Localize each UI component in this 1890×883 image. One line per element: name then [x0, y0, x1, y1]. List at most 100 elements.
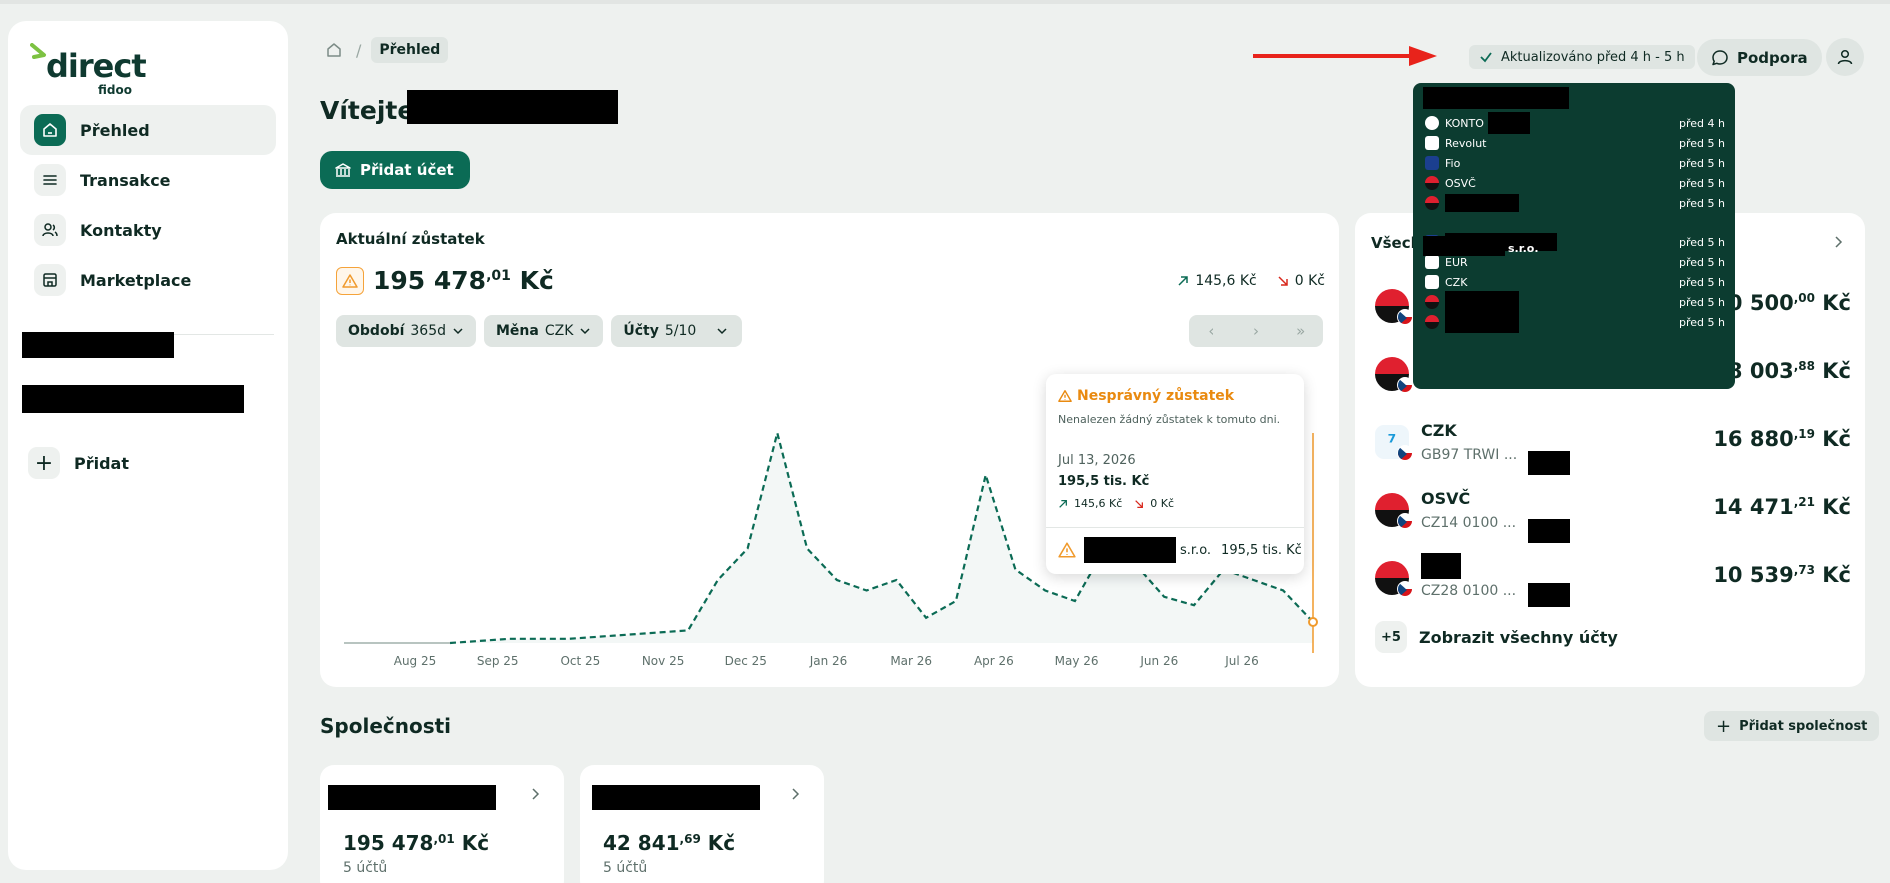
fio-bank-icon [1425, 156, 1439, 170]
filter-value: 5/10 [664, 323, 697, 339]
plus-icon: + [28, 447, 60, 479]
redacted-account-name [1487, 112, 1530, 134]
period-filter[interactable]: Období 365d [336, 315, 476, 347]
home-icon[interactable] [322, 38, 346, 62]
redacted-user-name [407, 90, 618, 124]
chart-pager: ‹ › » [1189, 315, 1323, 347]
filter-value: 365d [410, 323, 446, 339]
currency-filter[interactable]: Měna CZK [484, 315, 604, 347]
x-tick-label: Jul 26 [1224, 654, 1259, 668]
redacted-company[interactable] [22, 332, 174, 358]
account-amount-dec: ,21 [1793, 495, 1815, 509]
accounts-filter[interactable]: Účty 5/10 [611, 315, 743, 347]
arrow-down-right-icon [1278, 276, 1288, 286]
account-row[interactable]: OSVČ CZ14 0100 ... 14 471,21 Kč [1375, 485, 1851, 543]
show-all-accounts-button[interactable]: +5 Zobrazit všechny účty [1375, 621, 1618, 653]
sidebar-item-transakce[interactable]: Transakce [20, 155, 276, 205]
add-company-button[interactable]: + Přidat společnost [1704, 711, 1880, 741]
tooltip-foot-value: 195,5 tis. Kč [1221, 542, 1302, 558]
redacted-iban [1528, 519, 1570, 543]
account-iban: CZ28 0100 ... [1421, 583, 1517, 599]
redacted-company[interactable] [22, 385, 244, 413]
czech-flag-icon [1397, 581, 1413, 597]
company-amount-main: 42 841 [603, 831, 680, 855]
sidebar-item-kontakty[interactable]: Kontakty [20, 205, 276, 255]
czech-flag-icon [1397, 445, 1413, 461]
chart-tooltip: Nesprávný zůstatek Nenalezen žádný zůsta… [1046, 374, 1304, 574]
chevron-right-icon[interactable] [1831, 235, 1845, 249]
support-label: Podpora [1737, 48, 1808, 67]
account-iban: CZ14 0100 ... [1421, 515, 1517, 531]
breadcrumb-separator: / [356, 40, 362, 60]
redacted-iban [1528, 451, 1570, 475]
account-amount-dec: ,19 [1793, 427, 1815, 441]
bank-bank-icon [1425, 136, 1439, 150]
company-amount-dec: ,01 [433, 832, 455, 846]
chevron-right-icon [532, 788, 540, 800]
sync-account-name: EUR [1445, 255, 1468, 269]
arrow-up-right-icon [1178, 276, 1189, 286]
account-amount: 16 880,19 Kč [1713, 427, 1851, 451]
company-card[interactable]: 195 478,01 Kč 5 účtů [320, 765, 564, 883]
outflow: 0 Kč [1134, 497, 1174, 510]
x-tick-label: Oct 25 [560, 654, 600, 668]
sidebar-item-marketplace[interactable]: Marketplace [20, 255, 276, 305]
redacted-company [1423, 87, 1569, 109]
add-account-button[interactable]: Přidat účet [320, 151, 470, 189]
contacts-icon [34, 214, 66, 246]
sync-account-name: CZK [1445, 275, 1468, 289]
chevrons-right-icon[interactable]: » [1278, 315, 1323, 347]
show-all-label: Zobrazit všechny účty [1419, 627, 1618, 647]
tooltip-divider [1046, 527, 1304, 528]
chevron-left-icon[interactable]: ‹ [1189, 315, 1234, 347]
account-amount-main: 14 471 [1713, 495, 1794, 519]
popover-group-suffix: s.r.o. [1508, 242, 1539, 255]
sync-time: před 5 h [1679, 235, 1725, 249]
account-amount-main: 0 500 [1727, 291, 1794, 315]
ing-bank-icon [1425, 116, 1439, 130]
add-label: Přidat [74, 453, 129, 473]
chevron-right-icon[interactable]: › [1234, 315, 1279, 347]
tooltip-title-text: Nesprávný zůstatek [1077, 388, 1235, 404]
kb-bank-icon [1425, 295, 1439, 309]
add-company-label: Přidat společnost [1739, 718, 1868, 734]
redacted-account-name [1421, 553, 1461, 579]
x-tick-label: Jan 26 [809, 654, 848, 668]
warning-icon[interactable] [336, 267, 364, 295]
redacted-company-name [328, 785, 496, 810]
hover-marker-point [1308, 617, 1318, 627]
plus-icon: + [1716, 715, 1732, 737]
balance-amount-main: 195 478 [373, 266, 487, 295]
sync-account-row: před 5 h [1425, 311, 1725, 333]
sync-time: před 5 h [1679, 295, 1725, 309]
red-arrow-annotation [1253, 46, 1437, 66]
inflow-value: 145,6 Kč [1195, 273, 1257, 289]
sync-account-name: KONTO [1445, 116, 1484, 130]
tooltip-flows: 145,6 Kč 0 Kč [1058, 497, 1174, 510]
sync-status-button[interactable]: Aktualizováno před 4 h - 5 h [1469, 45, 1695, 69]
account-row[interactable]: ⁷ CZK GB97 TRWI ... 16 880,19 Kč [1375, 417, 1851, 475]
sync-status-label: Aktualizováno před 4 h - 5 h [1501, 49, 1685, 65]
sync-time: před 5 h [1679, 176, 1725, 190]
company-accounts-count: 5 účtů [343, 860, 388, 876]
inflow: 145,6 Kč [1177, 273, 1257, 289]
account-amount-currency: Kč [1814, 495, 1851, 519]
account-amount-currency: Kč [1814, 359, 1851, 383]
bank-bank-icon [1425, 275, 1439, 289]
sync-status-popover: KONTO před 4 h Revolut před 5 h Fio před 5 hO… [1413, 83, 1735, 389]
sync-account-name: Fio [1445, 156, 1461, 170]
sync-account-row: před 5 h [1425, 193, 1725, 213]
support-button[interactable]: Podpora [1697, 39, 1822, 76]
chevron-right-icon [792, 788, 800, 800]
account-row[interactable]: CZ28 0100 ... 10 539,73 Kč [1375, 553, 1851, 607]
fidoo-direct-logo[interactable]: direct fidoo [28, 39, 147, 97]
user-avatar-button[interactable] [1826, 38, 1864, 76]
x-tick-label: Dec 25 [725, 654, 767, 668]
company-card[interactable]: 42 841,69 Kč 5 účtů [580, 765, 824, 883]
add-company-sidebar-button[interactable]: + Přidat [28, 447, 129, 479]
sync-time: před 4 h [1679, 116, 1725, 130]
account-amount-currency: Kč [1814, 563, 1851, 587]
more-count-badge: +5 [1375, 621, 1407, 653]
logo-sub: fidoo [98, 83, 132, 97]
sidebar-item-prehled[interactable]: Přehled [20, 105, 276, 155]
